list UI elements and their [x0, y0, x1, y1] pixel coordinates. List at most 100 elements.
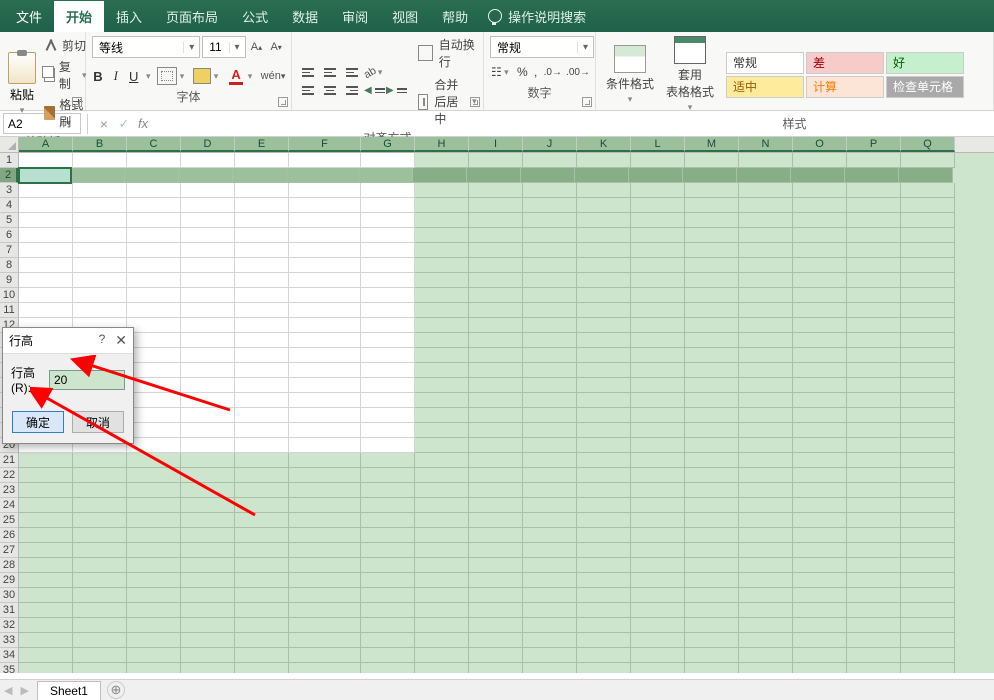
cell-L34[interactable]: [631, 648, 685, 663]
cell-A10[interactable]: [19, 288, 73, 303]
cell-Q15[interactable]: [901, 363, 955, 378]
cell-C23[interactable]: [127, 483, 181, 498]
cell-B6[interactable]: [73, 228, 127, 243]
cell-H2[interactable]: [413, 168, 467, 183]
cell-K18[interactable]: [577, 408, 631, 423]
cell-H18[interactable]: [415, 408, 469, 423]
cell-N12[interactable]: [739, 318, 793, 333]
cell-C22[interactable]: [127, 468, 181, 483]
cell-Q18[interactable]: [901, 408, 955, 423]
cell-F35[interactable]: [289, 663, 361, 673]
cell-K2[interactable]: [575, 168, 629, 183]
cell-K21[interactable]: [577, 453, 631, 468]
cell-L11[interactable]: [631, 303, 685, 318]
cell-N24[interactable]: [739, 498, 793, 513]
cell-K11[interactable]: [577, 303, 631, 318]
cell-P8[interactable]: [847, 258, 901, 273]
cell-B11[interactable]: [73, 303, 127, 318]
cell-K31[interactable]: [577, 603, 631, 618]
cell-D28[interactable]: [181, 558, 235, 573]
cell-B8[interactable]: [73, 258, 127, 273]
cell-G6[interactable]: [361, 228, 415, 243]
cell-P17[interactable]: [847, 393, 901, 408]
cell-K22[interactable]: [577, 468, 631, 483]
cell-M5[interactable]: [685, 213, 739, 228]
cell-O10[interactable]: [793, 288, 847, 303]
cell-E16[interactable]: [235, 378, 289, 393]
cell-C9[interactable]: [127, 273, 181, 288]
cell-F18[interactable]: [289, 408, 361, 423]
cell-K27[interactable]: [577, 543, 631, 558]
cell-K23[interactable]: [577, 483, 631, 498]
cell-D32[interactable]: [181, 618, 235, 633]
cell-M19[interactable]: [685, 423, 739, 438]
cell-E14[interactable]: [235, 348, 289, 363]
nav-next-icon[interactable]: ▶: [20, 684, 28, 697]
cell-I30[interactable]: [469, 588, 523, 603]
cell-P35[interactable]: [847, 663, 901, 673]
cell-P28[interactable]: [847, 558, 901, 573]
cell-M30[interactable]: [685, 588, 739, 603]
cell-L28[interactable]: [631, 558, 685, 573]
cell-D8[interactable]: [181, 258, 235, 273]
cell-P5[interactable]: [847, 213, 901, 228]
cell-D11[interactable]: [181, 303, 235, 318]
cell-Q13[interactable]: [901, 333, 955, 348]
cell-G21[interactable]: [361, 453, 415, 468]
cell-F24[interactable]: [289, 498, 361, 513]
wrap-text-button[interactable]: 自动换行: [418, 36, 477, 70]
cell-D9[interactable]: [181, 273, 235, 288]
cell-O32[interactable]: [793, 618, 847, 633]
cell-N32[interactable]: [739, 618, 793, 633]
cell-O4[interactable]: [793, 198, 847, 213]
cell-A24[interactable]: [19, 498, 73, 513]
cell-style-5[interactable]: 检查单元格: [886, 76, 964, 98]
cell-G13[interactable]: [361, 333, 415, 348]
cell-C18[interactable]: [127, 408, 181, 423]
cell-F33[interactable]: [289, 633, 361, 648]
cell-P3[interactable]: [847, 183, 901, 198]
cell-C26[interactable]: [127, 528, 181, 543]
cells-area[interactable]: [19, 153, 994, 673]
cell-D5[interactable]: [181, 213, 235, 228]
cell-N10[interactable]: [739, 288, 793, 303]
cell-E22[interactable]: [235, 468, 289, 483]
cell-H35[interactable]: [415, 663, 469, 673]
cell-I31[interactable]: [469, 603, 523, 618]
cell-D17[interactable]: [181, 393, 235, 408]
cell-J9[interactable]: [523, 273, 577, 288]
col-header-C[interactable]: C: [127, 137, 181, 152]
cell-N8[interactable]: [739, 258, 793, 273]
cell-K17[interactable]: [577, 393, 631, 408]
cell-G14[interactable]: [361, 348, 415, 363]
cell-G15[interactable]: [361, 363, 415, 378]
cell-A28[interactable]: [19, 558, 73, 573]
cell-Q33[interactable]: [901, 633, 955, 648]
decrease-indent-button[interactable]: ◀: [364, 82, 384, 100]
number-format-combo[interactable]: 常规▾: [490, 36, 594, 58]
cell-H23[interactable]: [415, 483, 469, 498]
cell-E11[interactable]: [235, 303, 289, 318]
cell-H10[interactable]: [415, 288, 469, 303]
cell-J31[interactable]: [523, 603, 577, 618]
cell-L13[interactable]: [631, 333, 685, 348]
cell-B33[interactable]: [73, 633, 127, 648]
cell-A21[interactable]: [19, 453, 73, 468]
cell-J34[interactable]: [523, 648, 577, 663]
cell-Q8[interactable]: [901, 258, 955, 273]
cell-A33[interactable]: [19, 633, 73, 648]
cell-F3[interactable]: [289, 183, 361, 198]
cell-F15[interactable]: [289, 363, 361, 378]
cell-C5[interactable]: [127, 213, 181, 228]
cell-J17[interactable]: [523, 393, 577, 408]
column-headers[interactable]: ABCDEFGHIJKLMNOPQ: [19, 137, 994, 153]
cell-E2[interactable]: [233, 168, 287, 183]
cell-B26[interactable]: [73, 528, 127, 543]
cell-L10[interactable]: [631, 288, 685, 303]
cell-F16[interactable]: [289, 378, 361, 393]
font-name-combo[interactable]: 等线▾: [92, 36, 200, 58]
dialog-help-button[interactable]: ?: [99, 332, 106, 349]
cell-H20[interactable]: [415, 438, 469, 453]
cell-Q10[interactable]: [901, 288, 955, 303]
cell-E34[interactable]: [235, 648, 289, 663]
